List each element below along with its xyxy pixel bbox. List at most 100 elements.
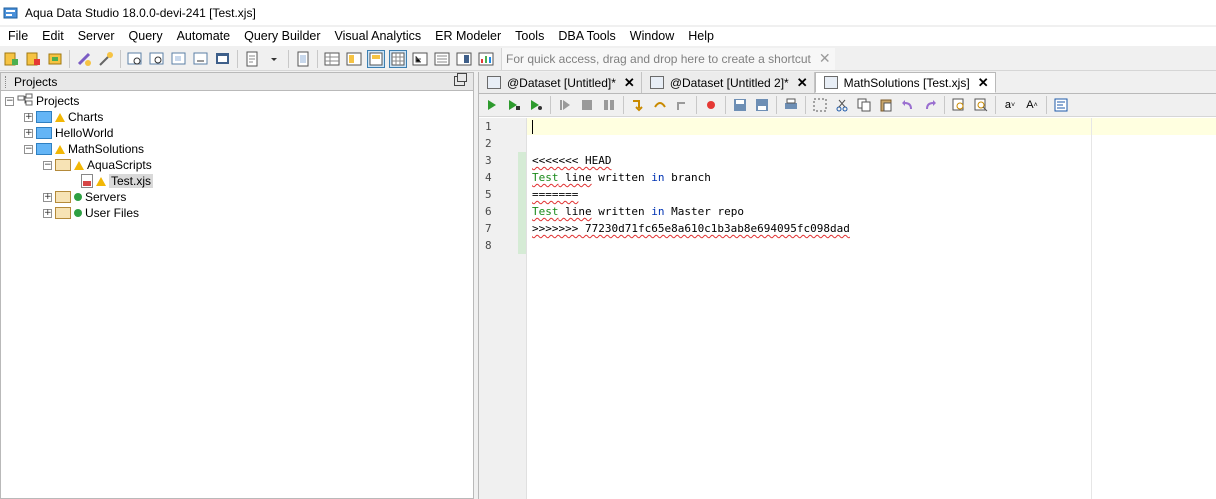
layout-split-icon[interactable] xyxy=(345,50,363,68)
window-title: Aqua Data Studio 18.0.0-devi-241 [Test.x… xyxy=(25,5,256,20)
restore-panel-icon[interactable] xyxy=(454,73,467,86)
copy-icon[interactable] xyxy=(855,96,873,114)
query-analyzer-icon[interactable] xyxy=(148,50,166,68)
print-icon[interactable] xyxy=(782,96,800,114)
tree-item-projects-root[interactable]: − Projects xyxy=(5,93,473,109)
chart-icon[interactable] xyxy=(477,50,495,68)
decrease-font-icon[interactable]: a ˅ xyxy=(1001,96,1019,114)
collapse-icon[interactable]: − xyxy=(43,160,52,170)
find-replace-icon[interactable] xyxy=(972,96,990,114)
server-properties-icon[interactable] xyxy=(24,50,42,68)
collapse-icon[interactable]: − xyxy=(5,96,14,106)
close-tab-icon[interactable]: ✕ xyxy=(624,75,635,91)
format-icon[interactable] xyxy=(1052,96,1070,114)
layout-grid-icon[interactable] xyxy=(323,50,341,68)
paste-icon[interactable] xyxy=(877,96,895,114)
step-into-icon[interactable] xyxy=(629,96,647,114)
code-token: line xyxy=(558,205,592,218)
open-file-icon[interactable] xyxy=(294,50,312,68)
layout-active-icon[interactable] xyxy=(367,49,385,68)
collapse-icon[interactable]: − xyxy=(24,144,33,154)
undo-icon[interactable] xyxy=(899,96,917,114)
tree-item-charts[interactable]: + Charts xyxy=(5,109,473,125)
redo-icon[interactable] xyxy=(921,96,939,114)
pause-icon[interactable] xyxy=(600,96,618,114)
results-icon[interactable] xyxy=(214,50,232,68)
find-icon[interactable] xyxy=(950,96,968,114)
breakpoint-icon[interactable] xyxy=(702,96,720,114)
tab-dataset-untitled-2[interactable]: @Dataset [Untitled 2]* ✕ xyxy=(641,72,815,93)
query-builder-icon[interactable] xyxy=(170,50,188,68)
code-token: in xyxy=(651,205,665,218)
toolbar-separator xyxy=(725,96,726,114)
select-all-icon[interactable] xyxy=(811,96,829,114)
code-token: Test xyxy=(532,171,559,184)
tree-item-test-xjs[interactable]: Test.xjs xyxy=(5,173,473,189)
increase-font-icon[interactable]: A ˄ xyxy=(1023,96,1041,114)
menu-query[interactable]: Query xyxy=(122,27,170,46)
stop-icon[interactable] xyxy=(578,96,596,114)
execute-step-icon[interactable] xyxy=(505,96,523,114)
menu-server[interactable]: Server xyxy=(71,27,122,46)
layout-panels-icon[interactable] xyxy=(455,50,473,68)
tree-item-servers[interactable]: + Servers xyxy=(5,189,473,205)
menu-window[interactable]: Window xyxy=(623,27,681,46)
toolbar-separator xyxy=(120,49,121,68)
menu-file[interactable]: File xyxy=(0,27,35,46)
wizard-icon[interactable] xyxy=(97,50,115,68)
step-over-icon[interactable] xyxy=(651,96,669,114)
query-window-icon[interactable] xyxy=(126,50,144,68)
code-editor[interactable]: 1 2 3 4 5 6 7 8 <<<<<<< HEAD Test line w… xyxy=(479,118,1216,499)
expand-icon[interactable]: + xyxy=(24,112,33,122)
code-token: Test xyxy=(532,205,559,218)
panel-grip-icon[interactable] xyxy=(5,75,8,88)
layout-tree-icon[interactable] xyxy=(411,50,429,68)
menu-dba-tools[interactable]: DBA Tools xyxy=(551,27,622,46)
menu-er-modeler[interactable]: ER Modeler xyxy=(428,27,508,46)
close-shortcut-icon[interactable]: ✕ xyxy=(819,50,831,67)
cut-icon[interactable] xyxy=(833,96,851,114)
expand-icon[interactable]: + xyxy=(43,208,52,218)
tree-item-aquascripts[interactable]: − AquaScripts xyxy=(5,157,473,173)
menu-tools[interactable]: Tools xyxy=(508,27,551,46)
expand-icon[interactable]: + xyxy=(24,128,33,138)
step-out-icon[interactable] xyxy=(673,96,691,114)
editor-tabs: @Dataset [Untitled]* ✕ @Dataset [Untitle… xyxy=(479,72,1216,94)
layout-list-icon[interactable] xyxy=(433,50,451,68)
menu-help[interactable]: Help xyxy=(681,27,721,46)
save-icon[interactable] xyxy=(731,96,749,114)
code-line-5: ======= xyxy=(532,188,579,201)
menu-visual-analytics[interactable]: Visual Analytics xyxy=(328,27,429,46)
tab-mathsolutions-test[interactable]: MathSolutions [Test.xjs] ✕ xyxy=(814,72,996,93)
tree-item-user-files[interactable]: + User Files xyxy=(5,205,473,221)
current-line-highlight-right xyxy=(1092,118,1216,135)
shortcut-drop-area[interactable]: For quick access, drag and drop here to … xyxy=(501,47,835,70)
new-file-dropdown-icon[interactable] xyxy=(265,50,283,68)
expand-icon[interactable]: + xyxy=(43,192,52,202)
toolbar-separator xyxy=(237,49,238,68)
close-tab-icon[interactable]: ✕ xyxy=(978,75,989,91)
warning-icon xyxy=(55,112,65,122)
tab-dataset-untitled[interactable]: @Dataset [Untitled]* ✕ xyxy=(479,72,642,93)
script-tab-icon xyxy=(823,76,838,89)
layout-table-icon[interactable] xyxy=(389,49,407,68)
connect-server-icon[interactable] xyxy=(46,50,64,68)
code-line-7: >>>>>>> 77230d71fc65e8a610c1b3ab8e694095… xyxy=(532,222,850,235)
disconnect-icon[interactable] xyxy=(75,50,93,68)
projects-panel: Projects − Projects + Charts + HelloWorl… xyxy=(0,72,474,499)
execute-debug-icon[interactable] xyxy=(527,96,545,114)
menu-automate[interactable]: Automate xyxy=(170,27,238,46)
text-caret xyxy=(532,120,533,134)
save-as-icon[interactable] xyxy=(753,96,771,114)
new-file-icon[interactable] xyxy=(243,50,261,68)
register-server-icon[interactable] xyxy=(2,50,20,68)
compare-icon[interactable] xyxy=(192,50,210,68)
tree-item-mathsolutions[interactable]: − MathSolutions xyxy=(5,141,473,157)
execute-icon[interactable] xyxy=(483,96,501,114)
menu-query-builder[interactable]: Query Builder xyxy=(237,27,327,46)
resume-icon[interactable] xyxy=(556,96,574,114)
close-tab-icon[interactable]: ✕ xyxy=(797,75,808,91)
toolbar-separator xyxy=(288,49,289,68)
tree-item-helloworld[interactable]: + HelloWorld xyxy=(5,125,473,141)
menu-edit[interactable]: Edit xyxy=(35,27,71,46)
